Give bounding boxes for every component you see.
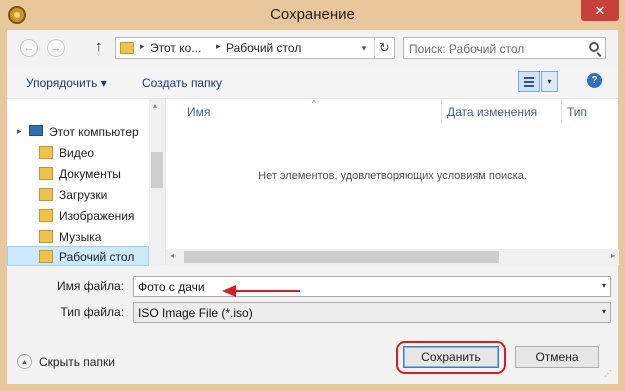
tree-item-downloads[interactable]: Загрузки (7, 185, 149, 205)
column-header-date[interactable]: Дата изменения (447, 105, 537, 119)
filename-value[interactable]: Фото с дачи (138, 280, 205, 294)
column-header-type[interactable]: Тип (567, 105, 587, 119)
breadcrumb-desktop[interactable]: Рабочий стол (226, 41, 301, 55)
forward-button[interactable]: → (47, 39, 65, 57)
hide-folders-label[interactable]: Скрыть папки (39, 355, 115, 369)
sort-icon: ^ (312, 99, 316, 108)
address-bar[interactable]: ▸ Этот ко... ▸ Рабочий стол ▾ ↻ (115, 37, 395, 59)
tree-item-documents[interactable]: Документы (7, 164, 149, 184)
folder-icon (39, 188, 53, 201)
folder-icon (39, 230, 53, 243)
folder-icon (39, 167, 53, 180)
help-icon[interactable]: ? (587, 73, 602, 88)
tree-item-label: Музыка (59, 230, 102, 244)
tree-item-music[interactable]: Музыка (7, 227, 149, 247)
dialog-body: ← → ↑ ▸ Этот ко... ▸ Рабочий стол ▾ ↻ По… (7, 30, 619, 384)
window-title: Сохранение (270, 6, 355, 23)
column-header-name[interactable]: Имя (187, 105, 210, 119)
column-divider[interactable] (441, 99, 442, 123)
arrow-shaft (234, 290, 300, 292)
tree-item-label: Этот компьютер (49, 125, 139, 139)
folder-icon (39, 209, 53, 222)
filetype-value: ISO Image File (*.iso) (138, 306, 253, 320)
chevron-right-icon[interactable]: ▸ (140, 41, 145, 52)
computer-icon (29, 125, 43, 136)
annotation-arrow (222, 285, 302, 297)
tree-item-video[interactable]: Видео (7, 143, 149, 163)
filename-field[interactable]: Фото с дачи ▾ (133, 276, 611, 297)
view-dropdown-button[interactable]: ▾ (541, 71, 558, 92)
cancel-button[interactable]: Отмена (515, 346, 599, 368)
folder-icon (39, 250, 53, 263)
tree-item-label: Документы (59, 167, 121, 181)
scrollbar-thumb[interactable] (184, 251, 499, 263)
organize-menu[interactable]: Упорядочить ▾ (26, 76, 107, 90)
folder-icon (120, 42, 134, 54)
tree-item-label: Видео (59, 146, 95, 160)
filetype-label: Тип файла: (60, 305, 124, 319)
tree-item-desktop[interactable]: Рабочий стол (7, 246, 149, 266)
chevron-down-icon[interactable]: ▾ (602, 307, 606, 316)
tree-item-label: Рабочий стол (59, 250, 135, 264)
chevron-down-icon[interactable]: ▾ (356, 38, 372, 58)
folder-icon (39, 146, 53, 159)
address-row: ← → ↑ ▸ Этот ко... ▸ Рабочий стол ▾ ↻ По… (7, 30, 618, 66)
save-button[interactable]: Сохранить (403, 346, 499, 368)
horizontal-scrollbar[interactable]: ◂ ▸ (166, 249, 619, 265)
filename-label: Имя файла: (57, 279, 124, 293)
search-icon[interactable] (589, 42, 599, 52)
search-placeholder: Поиск: Рабочий стол (409, 42, 525, 56)
chevron-right-icon[interactable]: ▸ (216, 41, 221, 52)
tree-item-this-pc[interactable]: ▸ Этот компьютер (7, 122, 149, 142)
tree-item-pictures[interactable]: Изображения (7, 206, 149, 226)
up-button[interactable]: ↑ (95, 38, 103, 55)
new-folder-button[interactable]: Создать папку (142, 76, 222, 90)
breadcrumb-this-pc[interactable]: Этот ко... (150, 41, 201, 55)
view-mode-icon[interactable] (518, 71, 540, 92)
title-bar[interactable]: Сохранение ✕ (0, 0, 625, 30)
resize-grip-icon[interactable]: ⋰ (604, 369, 612, 378)
toolbar: Упорядочить ▾ Создать папку ▾ ? (7, 66, 618, 99)
chevron-down-icon[interactable]: ▾ (602, 281, 606, 290)
scrollbar-thumb[interactable] (151, 152, 163, 188)
chevron-up-icon[interactable]: ▴ (17, 354, 32, 369)
file-list: ^ Имя Дата изменения Тип Нет элементов, … (165, 99, 619, 265)
tree-item-label: Изображения (59, 209, 135, 223)
column-divider[interactable] (561, 99, 562, 123)
refresh-icon[interactable]: ↻ (374, 38, 394, 58)
close-button[interactable]: ✕ (581, 0, 619, 21)
empty-message: Нет элементов, удовлетворяющих условиям … (258, 170, 527, 182)
nav-scrollbar[interactable]: ▴ (149, 99, 165, 265)
search-input[interactable]: Поиск: Рабочий стол (403, 37, 606, 59)
navigation-pane: ▸ Этот компьютер Видео Документы Загрузк… (7, 99, 165, 266)
back-button[interactable]: ← (20, 39, 38, 57)
scroll-right-icon[interactable]: ▸ (611, 251, 615, 260)
scroll-left-icon[interactable]: ◂ (170, 251, 174, 260)
filetype-select[interactable]: ISO Image File (*.iso) ▾ (133, 302, 611, 323)
tree-item-label: Загрузки (59, 188, 108, 202)
save-dialog: Сохранение ✕ ← → ↑ ▸ Этот ко... ▸ Рабочи… (0, 0, 625, 391)
scroll-up-icon[interactable]: ▴ (153, 101, 157, 110)
expand-icon[interactable]: ▸ (17, 126, 22, 137)
